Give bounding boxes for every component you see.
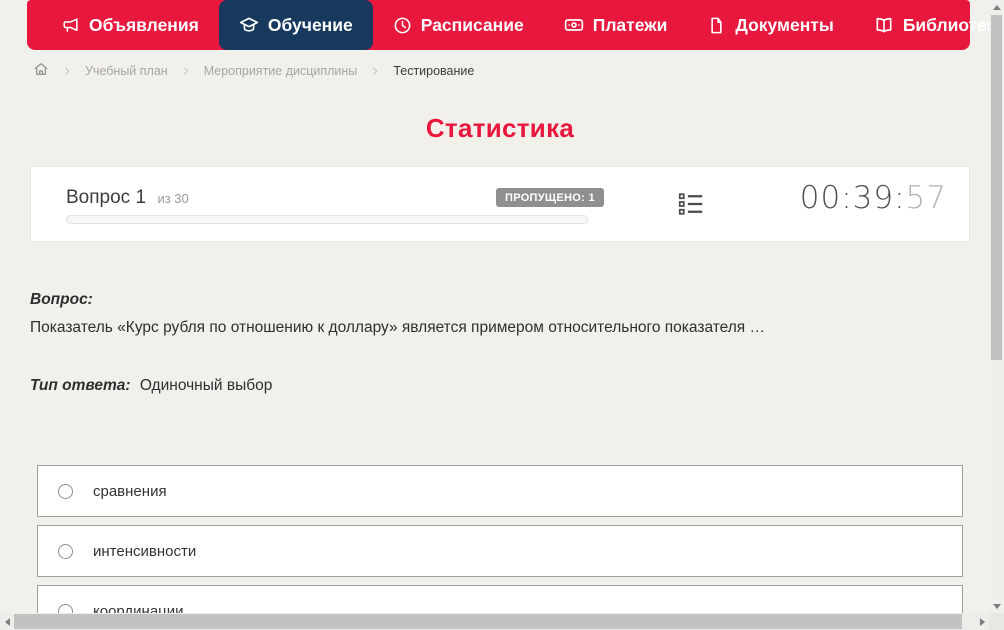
- vertical-scrollbar[interactable]: [989, 0, 1004, 613]
- page-title: Статистика: [425, 113, 575, 143]
- answer-type-row: Тип ответа: Одиночный выбор: [30, 377, 272, 395]
- nav-tab-learning[interactable]: Обучение: [218, 0, 373, 50]
- timer: 00:39:57: [800, 180, 947, 216]
- question-number: Вопрос 1: [66, 187, 147, 208]
- option-label: интенсивности: [93, 542, 197, 560]
- nav-tab-schedule[interactable]: Расписание: [373, 0, 544, 50]
- answer-option-1[interactable]: сравнения: [37, 465, 963, 517]
- clock-icon: [393, 16, 412, 35]
- progress-bar: [66, 215, 588, 224]
- nav-tab-label: Платежи: [592, 14, 668, 35]
- nav-tab-payments[interactable]: Платежи: [544, 0, 688, 50]
- radio-button[interactable]: [58, 483, 73, 499]
- breadcrumb-separator-icon: [62, 66, 72, 76]
- home-icon[interactable]: [33, 61, 49, 80]
- answer-option-2[interactable]: интенсивности: [37, 525, 963, 577]
- document-icon: [707, 16, 726, 35]
- answer-type-label: Тип ответа:: [30, 377, 131, 394]
- nav-tab-label: Объявления: [89, 14, 199, 35]
- megaphone-icon: [61, 16, 80, 35]
- scroll-up-arrow-icon[interactable]: [989, 0, 1004, 14]
- vertical-scroll-thumb[interactable]: [991, 15, 1002, 360]
- nav-tab-library[interactable]: Библиотека: [854, 0, 1004, 50]
- breadcrumb-separator-icon: [370, 66, 380, 76]
- breadcrumb-item-discipline-event[interactable]: Мероприятие дисциплины: [204, 64, 358, 78]
- timer-seconds: 57: [905, 180, 947, 216]
- breadcrumb: Учебный план Мероприятие дисциплины Тест…: [33, 61, 474, 80]
- option-label: сравнения: [93, 482, 167, 500]
- question-list-button[interactable]: [675, 190, 707, 222]
- main-nav: Объявления Обучение Расписание Платежи Д…: [27, 0, 1004, 50]
- nav-tab-announcements[interactable]: Объявления: [41, 0, 219, 50]
- question-total: из 30: [157, 191, 189, 206]
- question-list-icon: [676, 189, 706, 224]
- horizontal-scroll-thumb[interactable]: [14, 614, 962, 629]
- nav-tab-label: Обучение: [267, 14, 353, 35]
- nav-tab-documents[interactable]: Документы: [687, 0, 853, 50]
- answer-type-value: Одиночный выбор: [139, 377, 273, 394]
- radio-button[interactable]: [58, 543, 73, 559]
- answer-options: сравнения интенсивности координации: [37, 465, 963, 630]
- scrollbar-corner: [989, 613, 1004, 630]
- page: Объявления Обучение Расписание Платежи Д…: [0, 0, 1004, 630]
- breadcrumb-item-study-plan[interactable]: Учебный план: [85, 64, 168, 78]
- question-counter: Вопрос 1 из 30: [66, 187, 189, 209]
- question-label: Вопрос:: [30, 291, 93, 308]
- graduation-cap-icon: [239, 15, 259, 35]
- timer-minutes: 00:39:: [799, 180, 906, 216]
- question-text: Показатель «Курс рубля по отношению к до…: [30, 319, 765, 336]
- nav-tab-label: Расписание: [420, 14, 524, 35]
- question-header-card: Вопрос 1 из 30 ПРОПУЩЕНО: 1 00:39:57: [30, 166, 970, 242]
- banknote-icon: [564, 15, 584, 35]
- scroll-right-arrow-icon[interactable]: [975, 613, 989, 630]
- question-section: Вопрос: Показатель «Курс рубля по отноше…: [30, 291, 940, 339]
- horizontal-scrollbar[interactable]: [0, 613, 989, 630]
- breadcrumb-separator-icon: [181, 66, 191, 76]
- open-book-icon: [874, 15, 894, 35]
- nav-tab-label: Документы: [735, 14, 834, 35]
- scroll-left-arrow-icon[interactable]: [0, 613, 14, 630]
- skipped-badge: ПРОПУЩЕНО: 1: [496, 188, 604, 207]
- scroll-down-arrow-icon[interactable]: [989, 599, 1004, 613]
- breadcrumb-item-testing: Тестирование: [393, 63, 475, 78]
